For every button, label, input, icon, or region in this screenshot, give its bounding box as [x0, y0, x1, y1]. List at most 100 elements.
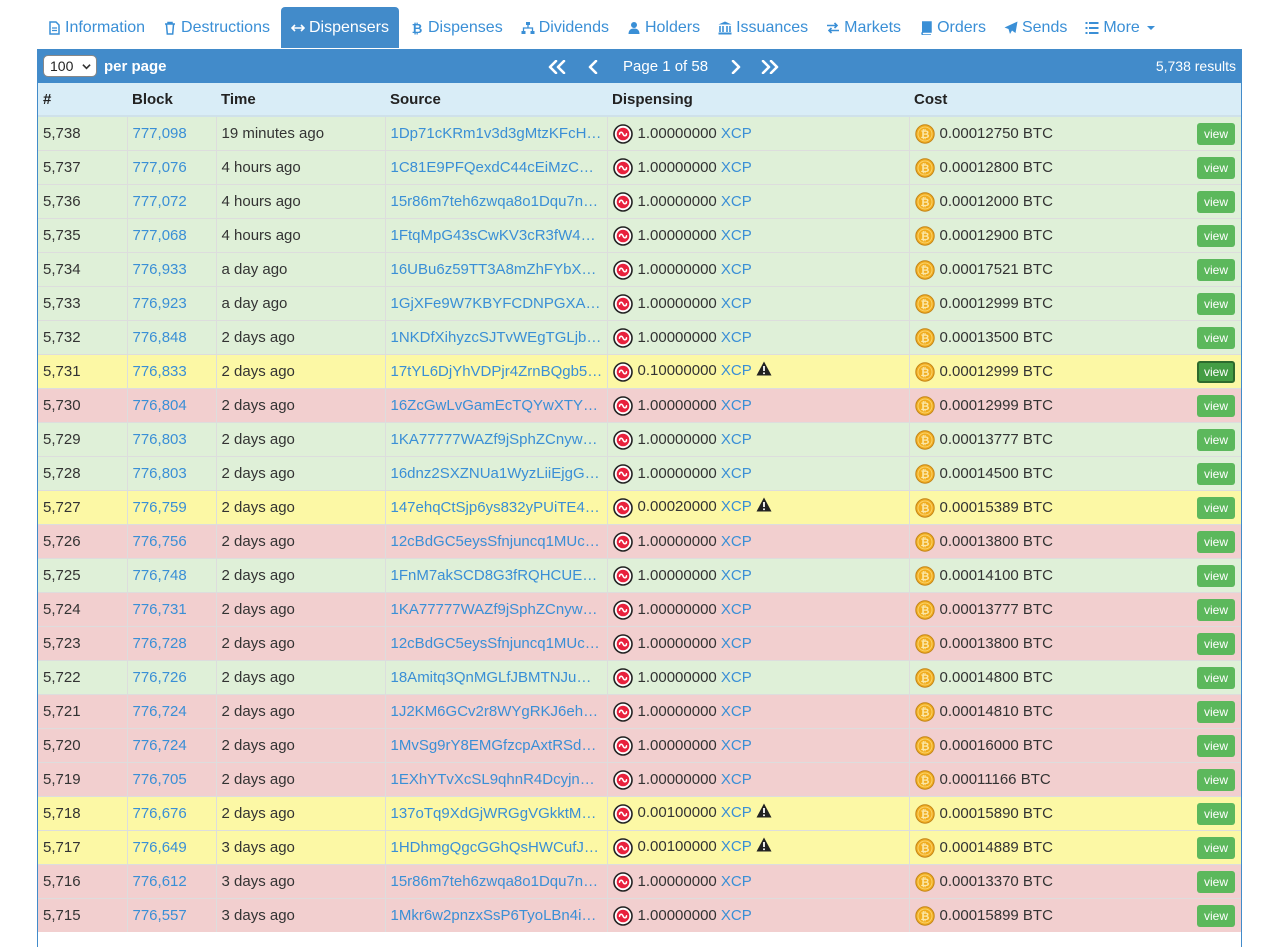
view-button[interactable]: view: [1197, 157, 1235, 179]
tab-dividends[interactable]: Dividends: [512, 7, 618, 48]
source-address-link[interactable]: 17tYL6DjYhVDPjr4ZrnBQgb5…: [391, 363, 603, 380]
block-link[interactable]: 776,726: [133, 669, 187, 686]
view-button[interactable]: view: [1197, 327, 1235, 349]
source-address-link[interactable]: 16UBu6z59TT3A8mZhFYbX…: [391, 261, 603, 278]
asset-link[interactable]: XCP: [721, 532, 752, 549]
block-link[interactable]: 776,803: [133, 465, 187, 482]
asset-link[interactable]: XCP: [721, 668, 752, 685]
block-link[interactable]: 776,676: [133, 805, 187, 822]
asset-link[interactable]: XCP: [721, 294, 752, 311]
block-link[interactable]: 776,728: [133, 635, 187, 652]
block-link[interactable]: 776,803: [133, 431, 187, 448]
view-button[interactable]: view: [1197, 395, 1235, 417]
view-button[interactable]: view: [1197, 361, 1235, 383]
view-button[interactable]: view: [1197, 871, 1235, 893]
block-link[interactable]: 776,557: [133, 907, 187, 924]
block-link[interactable]: 776,923: [133, 295, 187, 312]
source-address-link[interactable]: 147ehqCtSjp6ys832yPUiTE4…: [391, 499, 603, 516]
block-link[interactable]: 777,068: [133, 227, 187, 244]
asset-link[interactable]: XCP: [721, 804, 752, 821]
tab-markets[interactable]: Markets: [817, 7, 910, 48]
source-address-link[interactable]: 137oTq9XdGjWRGgVGkktMq…: [391, 805, 603, 822]
block-link[interactable]: 776,756: [133, 533, 187, 550]
view-button[interactable]: view: [1197, 497, 1235, 519]
source-address-link[interactable]: 12cBdGC5eysSfnjuncq1MUc…: [391, 533, 603, 550]
tab-destructions[interactable]: Destructions: [154, 7, 279, 48]
tab-more[interactable]: More: [1076, 7, 1163, 48]
view-button[interactable]: view: [1197, 531, 1235, 553]
view-button[interactable]: view: [1197, 769, 1235, 791]
block-link[interactable]: 776,748: [133, 567, 187, 584]
block-link[interactable]: 776,804: [133, 397, 187, 414]
source-address-link[interactable]: 18Amitq3QnMGLfJBMTNJu…: [391, 669, 603, 686]
view-button[interactable]: view: [1197, 905, 1235, 927]
asset-link[interactable]: XCP: [721, 498, 752, 515]
block-link[interactable]: 776,649: [133, 839, 187, 856]
block-link[interactable]: 776,724: [133, 737, 187, 754]
asset-link[interactable]: XCP: [721, 600, 752, 617]
view-button[interactable]: view: [1197, 123, 1235, 145]
source-address-link[interactable]: 12cBdGC5eysSfnjuncq1MUc…: [391, 635, 603, 652]
source-address-link[interactable]: 1C81E9PFQexdC44cEiMzCK…: [391, 159, 603, 176]
asset-link[interactable]: XCP: [721, 702, 752, 719]
view-button[interactable]: view: [1197, 701, 1235, 723]
block-link[interactable]: 776,724: [133, 703, 187, 720]
block-link[interactable]: 776,612: [133, 873, 187, 890]
asset-link[interactable]: XCP: [721, 566, 752, 583]
tab-dispenses[interactable]: ₿ Dispenses: [401, 7, 512, 48]
asset-link[interactable]: XCP: [721, 736, 752, 753]
asset-link[interactable]: XCP: [721, 226, 752, 243]
source-address-link[interactable]: 1FnM7akSCD8G3fRQHCUE…: [391, 567, 603, 584]
view-button[interactable]: view: [1197, 259, 1235, 281]
asset-link[interactable]: XCP: [721, 362, 752, 379]
source-address-link[interactable]: 16ZcGwLvGamEcTQYwXTYn…: [391, 397, 603, 414]
view-button[interactable]: view: [1197, 735, 1235, 757]
block-link[interactable]: 776,933: [133, 261, 187, 278]
per-page-select[interactable]: 100: [43, 55, 97, 77]
asset-link[interactable]: XCP: [721, 192, 752, 209]
source-address-link[interactable]: 1EXhYTvXcSL9qhnR4DcyjnU…: [391, 771, 603, 788]
first-page-button[interactable]: [547, 58, 567, 76]
asset-link[interactable]: XCP: [721, 770, 752, 787]
view-button[interactable]: view: [1197, 565, 1235, 587]
source-address-link[interactable]: 1GjXFe9W7KBYFCDNPGXA…: [391, 295, 603, 312]
view-button[interactable]: view: [1197, 293, 1235, 315]
tab-sends[interactable]: Sends: [995, 7, 1076, 48]
block-link[interactable]: 776,731: [133, 601, 187, 618]
source-address-link[interactable]: 1J2KM6GCv2r8WYgRKJ6eh…: [391, 703, 603, 720]
block-link[interactable]: 777,072: [133, 193, 187, 210]
source-address-link[interactable]: 15r86m7teh6zwqa8o1Dqu7nr…: [391, 873, 603, 890]
view-button[interactable]: view: [1197, 225, 1235, 247]
view-button[interactable]: view: [1197, 837, 1235, 859]
asset-link[interactable]: XCP: [721, 260, 752, 277]
asset-link[interactable]: XCP: [721, 906, 752, 923]
asset-link[interactable]: XCP: [721, 396, 752, 413]
tab-information[interactable]: Information: [38, 7, 154, 48]
view-button[interactable]: view: [1197, 667, 1235, 689]
source-address-link[interactable]: 1KA77777WAZf9jSphZCnyw…: [391, 431, 603, 448]
next-page-button[interactable]: [726, 58, 746, 76]
last-page-button[interactable]: [760, 58, 780, 76]
source-address-link[interactable]: 1NKDfXihyzcSJTvWEgTGLjb…: [391, 329, 603, 346]
asset-link[interactable]: XCP: [721, 328, 752, 345]
view-button[interactable]: view: [1197, 429, 1235, 451]
asset-link[interactable]: XCP: [721, 838, 752, 855]
prev-page-button[interactable]: [583, 58, 603, 76]
view-button[interactable]: view: [1197, 463, 1235, 485]
source-address-link[interactable]: 1FtqMpG43sCwKV3cR3fW4a…: [391, 227, 603, 244]
source-address-link[interactable]: 16dnz2SXZNUa1WyzLiiEjgG…: [391, 465, 603, 482]
asset-link[interactable]: XCP: [721, 430, 752, 447]
asset-link[interactable]: XCP: [721, 124, 752, 141]
source-address-link[interactable]: 1MvSg9rY8EMGfzcpAxtRSd7…: [391, 737, 603, 754]
block-link[interactable]: 777,076: [133, 159, 187, 176]
tab-holders[interactable]: Holders: [618, 7, 709, 48]
source-address-link[interactable]: 1KA77777WAZf9jSphZCnyw…: [391, 601, 603, 618]
block-link[interactable]: 776,833: [133, 363, 187, 380]
view-button[interactable]: view: [1197, 599, 1235, 621]
view-button[interactable]: view: [1197, 803, 1235, 825]
view-button[interactable]: view: [1197, 633, 1235, 655]
block-link[interactable]: 776,848: [133, 329, 187, 346]
asset-link[interactable]: XCP: [721, 158, 752, 175]
block-link[interactable]: 776,759: [133, 499, 187, 516]
source-address-link[interactable]: 15r86m7teh6zwqa8o1Dqu7nr…: [391, 193, 603, 210]
